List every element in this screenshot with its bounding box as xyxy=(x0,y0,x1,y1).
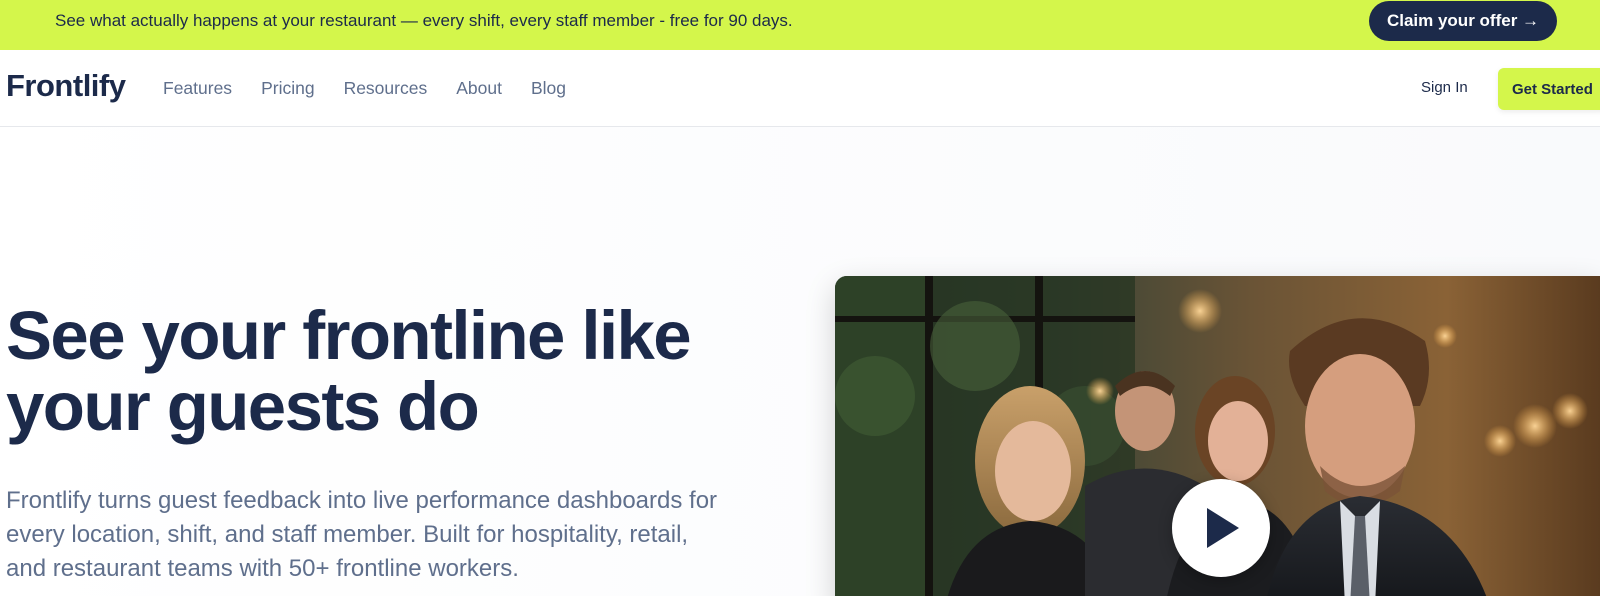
nav-link-resources[interactable]: Resources xyxy=(344,78,428,99)
navbar: Frontlify Features Pricing Resources Abo… xyxy=(0,50,1600,127)
nav-link-features[interactable]: Features xyxy=(163,78,232,99)
claim-offer-button[interactable]: Claim your offer → xyxy=(1369,1,1557,41)
play-video-button[interactable] xyxy=(1172,479,1270,577)
video-card[interactable] xyxy=(835,276,1600,596)
get-started-button[interactable]: Get Started xyxy=(1498,68,1600,110)
nav-link-blog[interactable]: Blog xyxy=(531,78,566,99)
sign-in-link[interactable]: Sign In xyxy=(1421,79,1468,96)
logo[interactable]: Frontlify xyxy=(6,68,126,104)
promo-bar: See what actually happens at your restau… xyxy=(0,0,1600,50)
nav-link-pricing[interactable]: Pricing xyxy=(261,78,315,99)
play-icon xyxy=(1207,508,1239,548)
hero-title: See your frontline like your guests do xyxy=(6,297,692,445)
nav-link-about[interactable]: About xyxy=(456,78,502,99)
hero-section: See your frontline like your guests do F… xyxy=(0,127,1600,596)
hero-description: Frontlify turns guest feedback into live… xyxy=(6,487,718,582)
promo-text: See what actually happens at your restau… xyxy=(55,11,793,30)
nav-links: Features Pricing Resources About Blog xyxy=(163,78,595,99)
